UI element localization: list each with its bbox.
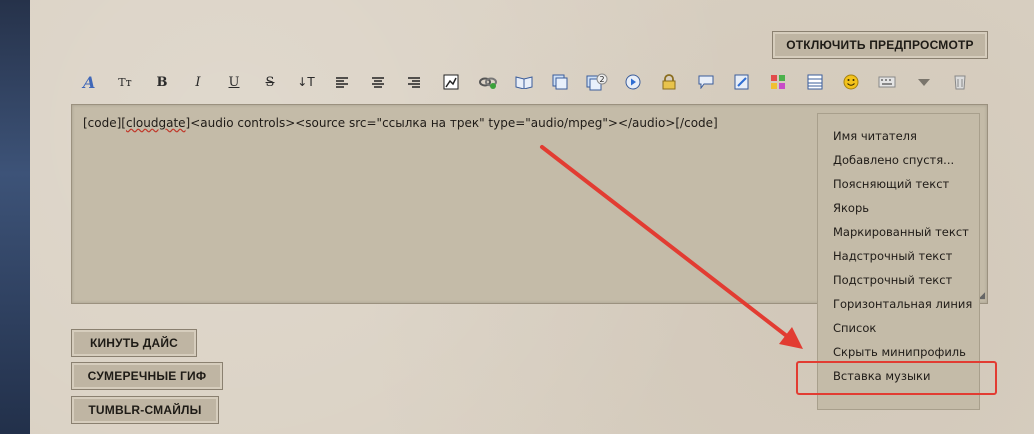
twilight-gif-button[interactable]: СУМЕРЕЧНЫЕ ГИФ [71, 362, 223, 390]
roll-dice-button[interactable]: КИНУТЬ ДАЙС [71, 329, 197, 357]
tumblr-smiles-button[interactable]: TUMBLR-СМАЙЛЫ [71, 396, 219, 424]
